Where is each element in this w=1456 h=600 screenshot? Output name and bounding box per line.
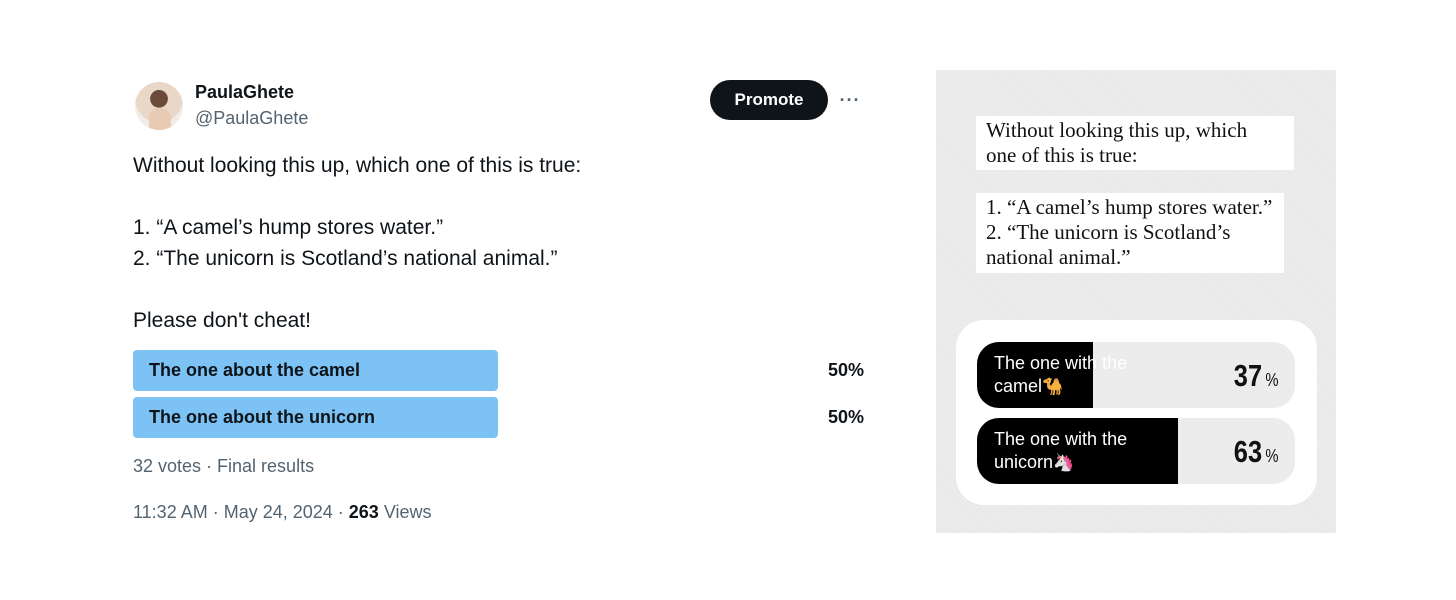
unicorn-icon: 🦄 xyxy=(1053,453,1075,472)
poll-option-percent: 50% xyxy=(827,360,864,380)
tweet-text-line: 2. “The unicorn is Scotland’s national a… xyxy=(133,247,558,270)
views-label: Views xyxy=(378,502,432,522)
story-poll-percent: 63% xyxy=(1233,434,1278,469)
story-statement-line: 1. “A camel’s hump stores water.” xyxy=(986,195,1273,219)
story-poll-option[interactable]: The one with the camel🐪 37% xyxy=(977,342,1295,408)
story-poll-label-line1: The one with the xyxy=(994,429,1128,449)
display-name[interactable]: PaulaGhete xyxy=(195,82,294,103)
tweet-poll: The one about the camel 50% The one abou… xyxy=(133,350,864,444)
camel-icon: 🐪 xyxy=(1042,377,1064,396)
story-poll-option-label: The one with the camel🐪 xyxy=(994,352,1164,398)
story-poll-label-line2: unicorn xyxy=(994,452,1054,472)
story-poll-percent: 37% xyxy=(1233,358,1278,393)
tweet-text-line: 1. “A camel’s hump stores water.” xyxy=(133,216,444,239)
story-question-line: Without looking this up, which xyxy=(986,118,1248,142)
avatar[interactable] xyxy=(135,82,183,130)
story-statement-line: 2. “The unicorn is Scotland’s xyxy=(986,220,1231,244)
poll-option-percent: 50% xyxy=(827,407,864,427)
poll-option-label: The one about the unicorn xyxy=(149,407,375,427)
tweet-text-line xyxy=(133,181,581,212)
story-poll-label-line2: camel xyxy=(994,376,1043,396)
user-handle[interactable]: @PaulaGhete xyxy=(195,108,308,129)
tweet-timestamp[interactable]: 11:32 AM · May 24, 2024 · 263 Views xyxy=(133,502,432,523)
story-poll-option-label: The one with the unicorn🦄 xyxy=(994,428,1164,474)
tweet-text-line xyxy=(133,274,581,305)
views-count: 263 xyxy=(348,502,379,522)
story-poll-option[interactable]: The one with the unicorn🦄 63% xyxy=(977,418,1295,484)
poll-meta: 32 votes · Final results xyxy=(133,456,315,476)
more-options-icon[interactable]: ··· xyxy=(832,86,868,114)
story-question-line: one of this is true: xyxy=(986,143,1138,167)
tweet-text: Without looking this up, which one of th… xyxy=(133,150,581,336)
poll-option-label: The one about the camel xyxy=(149,360,361,380)
tweet-text-line: Without looking this up, which one of th… xyxy=(133,154,582,177)
story-question: Without looking this up, which one of th… xyxy=(976,116,1294,170)
promote-button[interactable]: Promote xyxy=(710,80,828,120)
story-statements: 1. “A camel’s hump stores water.” 2. “Th… xyxy=(976,193,1284,273)
story-poll-card: The one with the camel🐪 37% The one with… xyxy=(956,320,1317,505)
story-poll-label-line1: The one with the xyxy=(994,353,1128,373)
story-poll-screenshot: Without looking this up, which one of th… xyxy=(936,70,1336,533)
story-statement-line: national animal.” xyxy=(986,245,1131,269)
poll-option: The one about the unicorn 50% xyxy=(133,397,864,438)
timestamp-text: 11:32 AM · May 24, 2024 · xyxy=(133,502,349,522)
tweet-text-line: Please don't cheat! xyxy=(133,309,311,332)
poll-option: The one about the camel 50% xyxy=(133,350,864,391)
